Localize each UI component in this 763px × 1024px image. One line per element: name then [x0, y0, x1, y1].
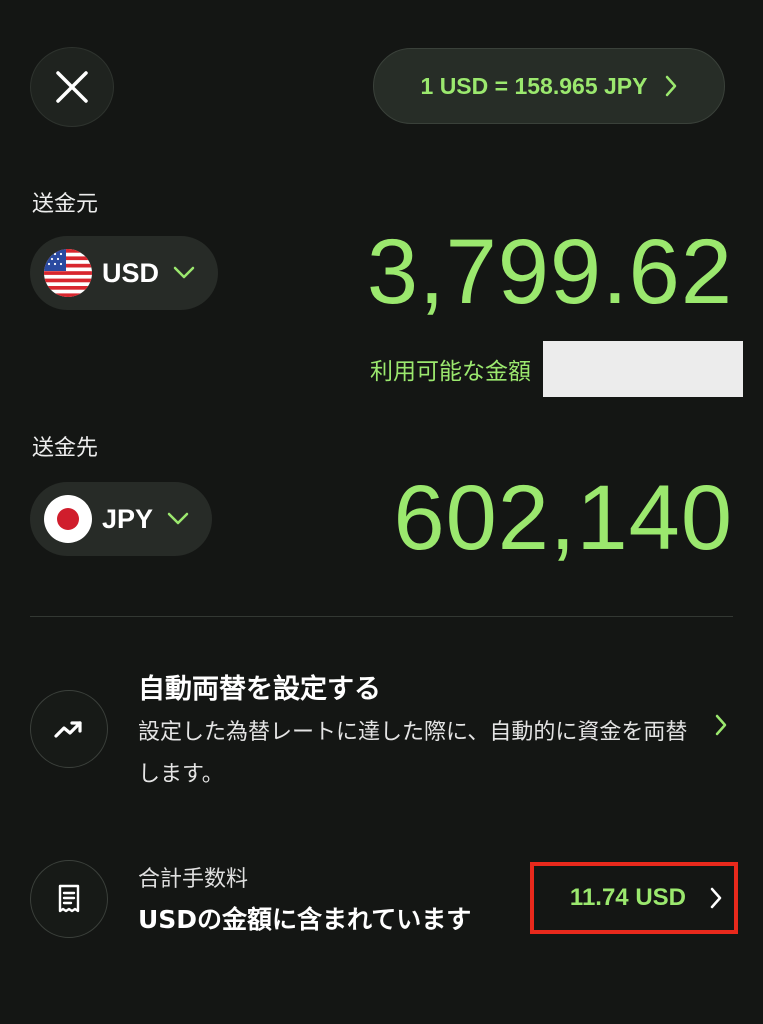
- available-balance-row: 利用可能な金額: [370, 341, 743, 397]
- exchange-rate-button[interactable]: 1 USD = 158.965 JPY: [373, 48, 725, 124]
- auto-exchange-chevron[interactable]: [715, 714, 727, 740]
- chevron-right-icon: [666, 75, 677, 97]
- chevron-down-icon: [167, 512, 189, 525]
- auto-exchange-title[interactable]: 自動両替を設定する: [138, 667, 381, 706]
- currency-exchange-screen: 1 USD = 158.965 JPY 送金元 USD 3,799.62 利用可…: [0, 0, 763, 1024]
- chevron-down-icon: [173, 266, 195, 279]
- exchange-rate-text: 1 USD = 158.965 JPY: [420, 72, 648, 99]
- source-amount-input[interactable]: 3,799.62: [367, 226, 733, 318]
- fee-included-note: USDの金額に含まれています: [138, 905, 472, 934]
- chevron-right-icon: [715, 714, 727, 736]
- total-fee-label: 合計手数料: [138, 867, 249, 892]
- target-label: 送金先: [32, 436, 99, 461]
- target-amount-input[interactable]: 602,140: [393, 472, 733, 564]
- available-balance-label: 利用可能な金額: [370, 359, 531, 385]
- us-flag-icon: [44, 249, 92, 297]
- fee-amount-button[interactable]: 11.74 USD: [530, 862, 738, 934]
- auto-exchange-description: 設定した為替レートに達した際に、自動的に資金を両替します。: [138, 720, 688, 787]
- divider: [30, 616, 733, 617]
- source-label: 送金元: [32, 192, 99, 217]
- chevron-right-icon: [710, 887, 722, 909]
- source-currency-code: USD: [102, 257, 160, 288]
- close-button[interactable]: [30, 47, 114, 127]
- target-currency-selector[interactable]: JPY: [30, 482, 212, 556]
- redacted-balance: [543, 341, 743, 397]
- target-currency-code: JPY: [102, 503, 154, 534]
- receipt-icon: [58, 884, 80, 913]
- source-currency-selector[interactable]: USD: [30, 236, 218, 310]
- japan-flag-icon: [44, 495, 92, 543]
- fee-amount: 11.74 USD: [569, 884, 686, 911]
- auto-exchange-icon-button[interactable]: [30, 690, 108, 768]
- close-icon: [56, 71, 88, 103]
- trend-up-icon: [54, 721, 82, 738]
- fee-icon-badge: [30, 860, 108, 938]
